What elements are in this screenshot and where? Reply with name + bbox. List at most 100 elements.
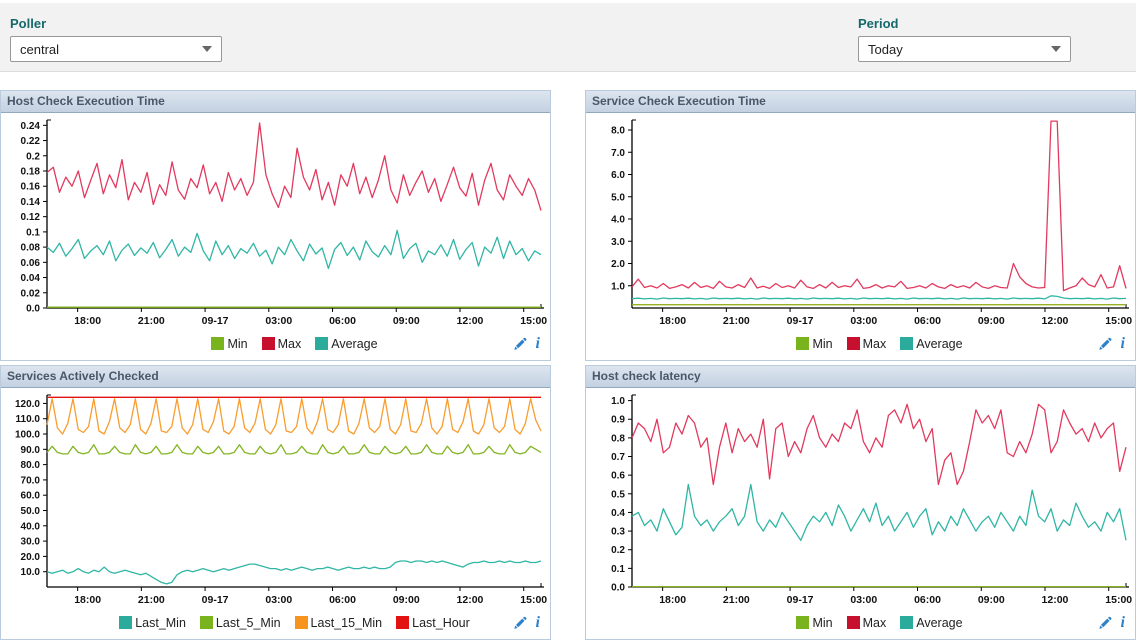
chart-panel-host-check-latency: Host check latency 1.00.90.80.70.60.50.4… — [585, 365, 1136, 640]
chart-panel-host-check-execution-time: Host Check Execution Time 0.240.220.20.1… — [0, 90, 551, 361]
svg-text:0.08: 0.08 — [21, 243, 41, 254]
svg-text:0.7: 0.7 — [611, 452, 625, 463]
edit-graph-pencil-icon[interactable] — [513, 337, 527, 351]
svg-text:0.06: 0.06 — [21, 258, 41, 269]
chart-canvas[interactable]: 0.240.220.20.180.160.140.120.10.080.060.… — [1, 113, 550, 332]
svg-text:7.0: 7.0 — [611, 148, 625, 159]
svg-text:1.0: 1.0 — [611, 396, 625, 407]
legend-item: Min — [796, 337, 832, 351]
legend-swatch-icon — [396, 616, 409, 629]
chart-canvas[interactable]: 120.0110.0100.090.080.070.060.050.040.03… — [1, 388, 550, 611]
svg-text:30.0: 30.0 — [21, 537, 41, 548]
legend-swatch-icon — [119, 616, 132, 629]
svg-text:120.0: 120.0 — [15, 399, 40, 410]
legend-item: Average — [900, 337, 962, 351]
svg-text:0.5: 0.5 — [611, 489, 625, 500]
svg-text:50.0: 50.0 — [21, 506, 41, 517]
legend-swatch-icon — [211, 337, 224, 350]
chart-panel-service-check-execution-time: Service Check Execution Time 8.07.06.05.… — [585, 90, 1136, 361]
svg-text:21:00: 21:00 — [138, 315, 165, 327]
info-icon[interactable]: i — [1121, 337, 1125, 351]
legend-label: Min — [812, 337, 832, 351]
legend-row: MinMaxAverage i — [1, 332, 550, 360]
svg-text:0.24: 0.24 — [21, 121, 41, 132]
svg-text:0.6: 0.6 — [611, 471, 625, 482]
legend-item: Last_15_Min — [295, 616, 383, 630]
legend-item: Max — [847, 337, 887, 351]
svg-text:0.0: 0.0 — [611, 583, 625, 594]
info-icon[interactable]: i — [536, 616, 540, 630]
svg-text:6.0: 6.0 — [611, 170, 625, 181]
svg-text:18:00: 18:00 — [74, 594, 101, 606]
legend-swatch-icon — [847, 616, 860, 629]
svg-text:06:00: 06:00 — [329, 315, 356, 327]
legend-label: Last_15_Min — [311, 616, 383, 630]
legend-item: Min — [796, 616, 832, 630]
svg-text:0.02: 0.02 — [21, 288, 41, 299]
legend-row: Min Max Average i — [586, 332, 1135, 360]
svg-text:09-17: 09-17 — [202, 315, 229, 327]
poller-selected-value: central — [20, 42, 59, 57]
legend-swatch-icon — [796, 337, 809, 350]
edit-graph-pencil-icon[interactable] — [1098, 616, 1112, 630]
svg-text:18:00: 18:00 — [74, 315, 101, 327]
svg-text:0.16: 0.16 — [21, 182, 41, 193]
legend-swatch-icon — [900, 616, 913, 629]
legend-label: Average — [331, 337, 377, 351]
svg-text:0.14: 0.14 — [21, 197, 41, 208]
info-icon[interactable]: i — [1121, 616, 1125, 630]
chart-legend: MinMaxAverage — [789, 616, 969, 635]
legend-swatch-icon — [262, 337, 275, 350]
period-selected-value: Today — [868, 42, 903, 57]
poller-statistics-page: Poller central Period Today Host Check E… — [0, 0, 1136, 640]
chart-title: Services Actively Checked — [1, 366, 550, 388]
svg-text:90.0: 90.0 — [21, 445, 41, 456]
chart-canvas[interactable]: 1.00.90.80.70.60.50.40.30.20.10.018:0021… — [586, 388, 1135, 611]
svg-text:1.0: 1.0 — [611, 281, 625, 292]
legend-label: Max — [278, 337, 302, 351]
svg-text:0.4: 0.4 — [611, 508, 625, 519]
chevron-down-icon — [202, 46, 212, 52]
svg-text:18:00: 18:00 — [659, 594, 686, 606]
svg-text:100.0: 100.0 — [15, 430, 40, 441]
chart-legend: Min Max Average — [789, 337, 969, 356]
legend-row: MinMaxAverage i — [586, 611, 1135, 639]
legend-item: Max — [262, 337, 302, 351]
svg-text:21:00: 21:00 — [723, 594, 750, 606]
legend-swatch-icon — [315, 337, 328, 350]
svg-text:09-17: 09-17 — [787, 315, 814, 327]
legend-swatch-icon — [200, 616, 213, 629]
edit-graph-pencil-icon[interactable] — [1098, 337, 1112, 351]
legend-label: Last_Min — [135, 616, 186, 630]
svg-text:12:00: 12:00 — [1042, 315, 1069, 327]
svg-text:0.1: 0.1 — [611, 564, 625, 575]
legend-label: Min — [812, 616, 832, 630]
svg-text:80.0: 80.0 — [21, 460, 41, 471]
svg-text:60.0: 60.0 — [21, 491, 41, 502]
edit-graph-pencil-icon[interactable] — [513, 616, 527, 630]
legend-label: Last_Hour — [412, 616, 470, 630]
legend-row: Last_Min Last_5_Min Last_15_Min Last_Hour i — [1, 611, 550, 639]
chart-canvas[interactable]: 8.07.06.05.04.03.02.01.018:0021:0009-170… — [586, 113, 1135, 332]
period-select[interactable]: Today — [858, 36, 1071, 62]
svg-text:20.0: 20.0 — [21, 552, 41, 563]
chart-legend: MinMaxAverage — [204, 337, 384, 356]
chart-panel-services-actively-checked: Services Actively Checked 120.0110.0100.… — [0, 365, 551, 640]
svg-text:09:00: 09:00 — [978, 594, 1005, 606]
svg-text:0.0: 0.0 — [26, 304, 40, 315]
info-icon[interactable]: i — [536, 337, 540, 351]
svg-text:15:00: 15:00 — [1105, 594, 1132, 606]
chevron-down-icon — [1051, 46, 1061, 52]
legend-item: Average — [315, 337, 377, 351]
svg-text:10.0: 10.0 — [21, 567, 41, 578]
svg-text:0.1: 0.1 — [26, 227, 40, 238]
svg-text:12:00: 12:00 — [1042, 594, 1069, 606]
svg-text:03:00: 03:00 — [850, 315, 877, 327]
poller-select[interactable]: central — [10, 36, 222, 62]
svg-text:06:00: 06:00 — [914, 315, 941, 327]
svg-text:0.3: 0.3 — [611, 527, 625, 538]
svg-text:70.0: 70.0 — [21, 475, 41, 486]
svg-text:12:00: 12:00 — [457, 315, 484, 327]
legend-label: Last_5_Min — [216, 616, 281, 630]
svg-text:15:00: 15:00 — [520, 594, 547, 606]
